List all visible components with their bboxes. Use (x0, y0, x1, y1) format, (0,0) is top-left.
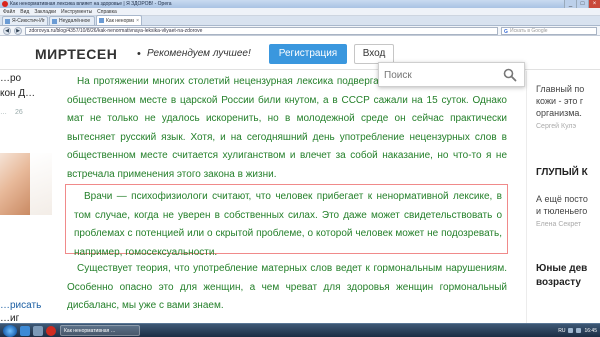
right-teaser-2-author: Елена Секрет (536, 221, 582, 228)
network-icon[interactable] (568, 328, 574, 333)
taskbar-app-button[interactable]: Как ненормативная … (60, 325, 140, 336)
close-window-button[interactable]: × (588, 0, 600, 8)
browser-tab[interactable]: Я-Сиюстич-Игоря Его… (2, 16, 48, 25)
logo-separator: • (137, 48, 141, 60)
tab-bar: Я-Сиюстич-Игоря Его… Неудалённое Как нен… (0, 15, 600, 26)
left-teaser-image[interactable] (0, 153, 30, 215)
site-slogan: Рекомендуем лучшее! (147, 48, 251, 59)
menu-view[interactable]: Вид (20, 9, 29, 15)
window-titlebar: Как ненормативная лексика влияет на здор… (0, 0, 600, 8)
right-teaser-3[interactable]: Юные дев возрасту (536, 262, 600, 290)
article-body: На протяжении многих столетий нецензурна… (65, 71, 510, 323)
back-button[interactable]: ◀ (3, 26, 11, 35)
browser-tab[interactable]: Неудалённое (49, 16, 95, 25)
volume-icon[interactable] (576, 328, 582, 333)
browser-search-placeholder: Искать в Google (510, 27, 548, 34)
explorer-icon[interactable] (33, 325, 43, 336)
maximize-button[interactable]: □ (576, 0, 588, 8)
register-button[interactable]: Регистрация (269, 44, 347, 64)
minimize-button[interactable]: _ (564, 0, 576, 8)
left-teaser-meta: … 26 (0, 109, 23, 116)
menu-help[interactable]: Справка (97, 9, 117, 15)
article-paragraph-3: Существует теория, что употребление мате… (67, 263, 507, 311)
language-indicator[interactable]: RU (558, 328, 565, 334)
taskbar: Как ненормативная … RU 16:45 (0, 323, 600, 337)
browser-search-field[interactable]: G Искать в Google (501, 26, 597, 35)
site-search-box[interactable] (378, 62, 525, 87)
system-tray: RU 16:45 (558, 328, 597, 334)
forward-button[interactable]: ▶ (14, 26, 22, 35)
menu-bar: Файл Вид Закладки Инструменты Справка (0, 8, 600, 16)
window-controls: _ □ × (564, 0, 600, 8)
menu-tools[interactable]: Инструменты (61, 9, 92, 15)
url-field[interactable]: zdorovya.ru/blog/4357/10/8/26/kak-nenorm… (25, 26, 498, 35)
menu-bookmarks[interactable]: Закладки (34, 9, 56, 15)
search-icon[interactable] (503, 68, 517, 82)
highlighted-quote-box: Врачи — психофизиологи считают, что чело… (65, 184, 508, 258)
right-sidebar: Главный по кожи - это г организма. Серге… (526, 71, 600, 323)
right-teaser-2-title: ГЛУПЫЙ К (536, 167, 588, 178)
start-button[interactable] (3, 324, 17, 337)
window-title: Как ненормативная лексика влияет на здор… (10, 1, 172, 7)
left-teaser-image-bg (30, 153, 52, 215)
address-toolbar: ◀ ▶ zdorovya.ru/blog/4357/10/8/26/kak-ne… (0, 26, 600, 36)
opera-taskbar-icon[interactable] (46, 325, 56, 336)
right-teaser-1[interactable]: Главный по кожи - это г организма. Серге… (536, 83, 600, 132)
favicon-icon (5, 18, 10, 24)
right-teaser-2[interactable]: ГЛУПЫЙ К (536, 166, 600, 180)
google-icon: G (504, 28, 508, 35)
right-teaser-1-author: Сергей Кулэ (536, 123, 577, 130)
site-logo[interactable]: МИРТЕСЕН (35, 46, 117, 62)
right-teaser-2-body[interactable]: А ещё посто и тюленьего Елена Секрет (536, 193, 600, 230)
favicon-icon (52, 18, 57, 24)
login-button[interactable]: Вход (354, 44, 394, 64)
tab-label: Я-Сиюстич-Игоря Его… (12, 18, 45, 24)
tab-label: Неудалённое (59, 18, 91, 24)
left-sidebar: …ро кон Д… … 26 …рисать …иг (0, 71, 55, 323)
clock[interactable]: 16:45 (584, 328, 597, 334)
ie-icon[interactable] (20, 325, 30, 336)
left-teaser-bottom[interactable]: …рисать …иг (0, 299, 41, 323)
tab-label: Как ненормативная лекс… (106, 17, 134, 24)
left-teaser-title[interactable]: …ро кон Д… (0, 71, 35, 101)
opera-icon (2, 1, 8, 7)
site-search-input[interactable] (384, 68, 494, 82)
article-paragraph-1: На протяжении многих столетий нецензурна… (67, 76, 507, 180)
menu-file[interactable]: Файл (3, 9, 15, 15)
article-paragraph-2: Врачи — психофизиологи считают, что чело… (74, 191, 502, 258)
close-tab-icon[interactable]: × (136, 18, 139, 24)
favicon-icon (99, 18, 104, 23)
browser-tab-active[interactable]: Как ненормативная лекс… × (96, 15, 142, 25)
